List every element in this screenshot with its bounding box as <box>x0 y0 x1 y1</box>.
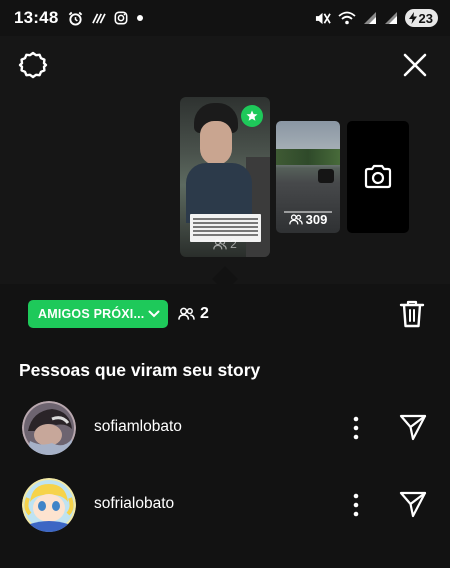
thumb-figure-face <box>200 121 232 165</box>
thumb-trees <box>276 149 340 165</box>
send-message-icon[interactable] <box>398 412 428 442</box>
more-options-icon[interactable] <box>346 491 366 519</box>
second-story-view-count-value: 309 <box>305 212 328 227</box>
instagram-icon <box>115 11 128 25</box>
audience-count: 2 <box>178 304 209 324</box>
more-options-icon[interactable] <box>346 414 366 442</box>
notification-dot-icon <box>137 15 144 21</box>
audience-count-value: 2 <box>200 305 209 322</box>
avatar[interactable] <box>22 478 76 532</box>
battery-level: 23 <box>418 10 433 26</box>
story-thumbnail-main[interactable]: 2 <box>180 97 270 257</box>
battery-indicator: 23 <box>404 9 438 27</box>
trash-icon[interactable] <box>398 299 426 329</box>
viewer-username[interactable]: sofrialobato <box>94 495 174 513</box>
status-time: 13:48 <box>14 8 59 27</box>
viewers-icon <box>288 214 303 225</box>
main-story-view-count-value: 2 <box>230 237 237 251</box>
status-left-icons <box>68 11 144 26</box>
viewer-row[interactable]: sofiamlobato <box>0 398 450 458</box>
star-icon <box>246 110 258 121</box>
story-thumbnail-second[interactable]: 309 <box>276 121 340 233</box>
selected-story-pointer <box>212 266 238 292</box>
mute-icon <box>315 12 331 24</box>
avatar[interactable] <box>22 401 76 455</box>
story-controls-row: AMIGOS PRÓXI... 2 <box>0 296 450 332</box>
chevron-down-icon <box>148 310 160 318</box>
second-story-view-count: 309 <box>276 212 340 227</box>
alarm-icon <box>69 11 83 26</box>
favorite-star-badge <box>241 105 263 127</box>
signal-icon <box>363 12 376 24</box>
camera-icon <box>364 164 392 189</box>
main-story-view-count: 2 <box>180 237 270 251</box>
story-strip-area: 2 309 <box>0 36 450 292</box>
nfc-icon <box>92 12 107 24</box>
audience-label: AMIGOS PRÓXI... <box>38 307 145 321</box>
status-bar: 13:48 23 <box>0 0 450 36</box>
viewers-icon <box>213 238 227 249</box>
battery-charging-icon <box>408 12 417 24</box>
people-icon <box>178 307 195 320</box>
add-story-camera-tile[interactable] <box>347 121 409 233</box>
thumb-motorcycle <box>318 169 334 183</box>
viewer-username[interactable]: sofiamlobato <box>94 418 182 436</box>
status-right-icons: 23 <box>314 9 438 27</box>
close-friends-audience-button[interactable]: AMIGOS PRÓXI... <box>28 300 168 328</box>
settings-icon[interactable] <box>18 50 48 80</box>
signal-icon <box>384 12 397 24</box>
viewers-section-title: Pessoas que viram seu story <box>19 360 261 380</box>
story-viewer-screen: 13:48 23 2 309 AMIGOS PRÓXI... 2 Pessoas… <box>0 0 450 568</box>
close-icon[interactable] <box>400 50 430 80</box>
viewer-row[interactable]: sofrialobato <box>0 475 450 535</box>
send-message-icon[interactable] <box>398 489 428 519</box>
wifi-icon <box>337 11 356 25</box>
